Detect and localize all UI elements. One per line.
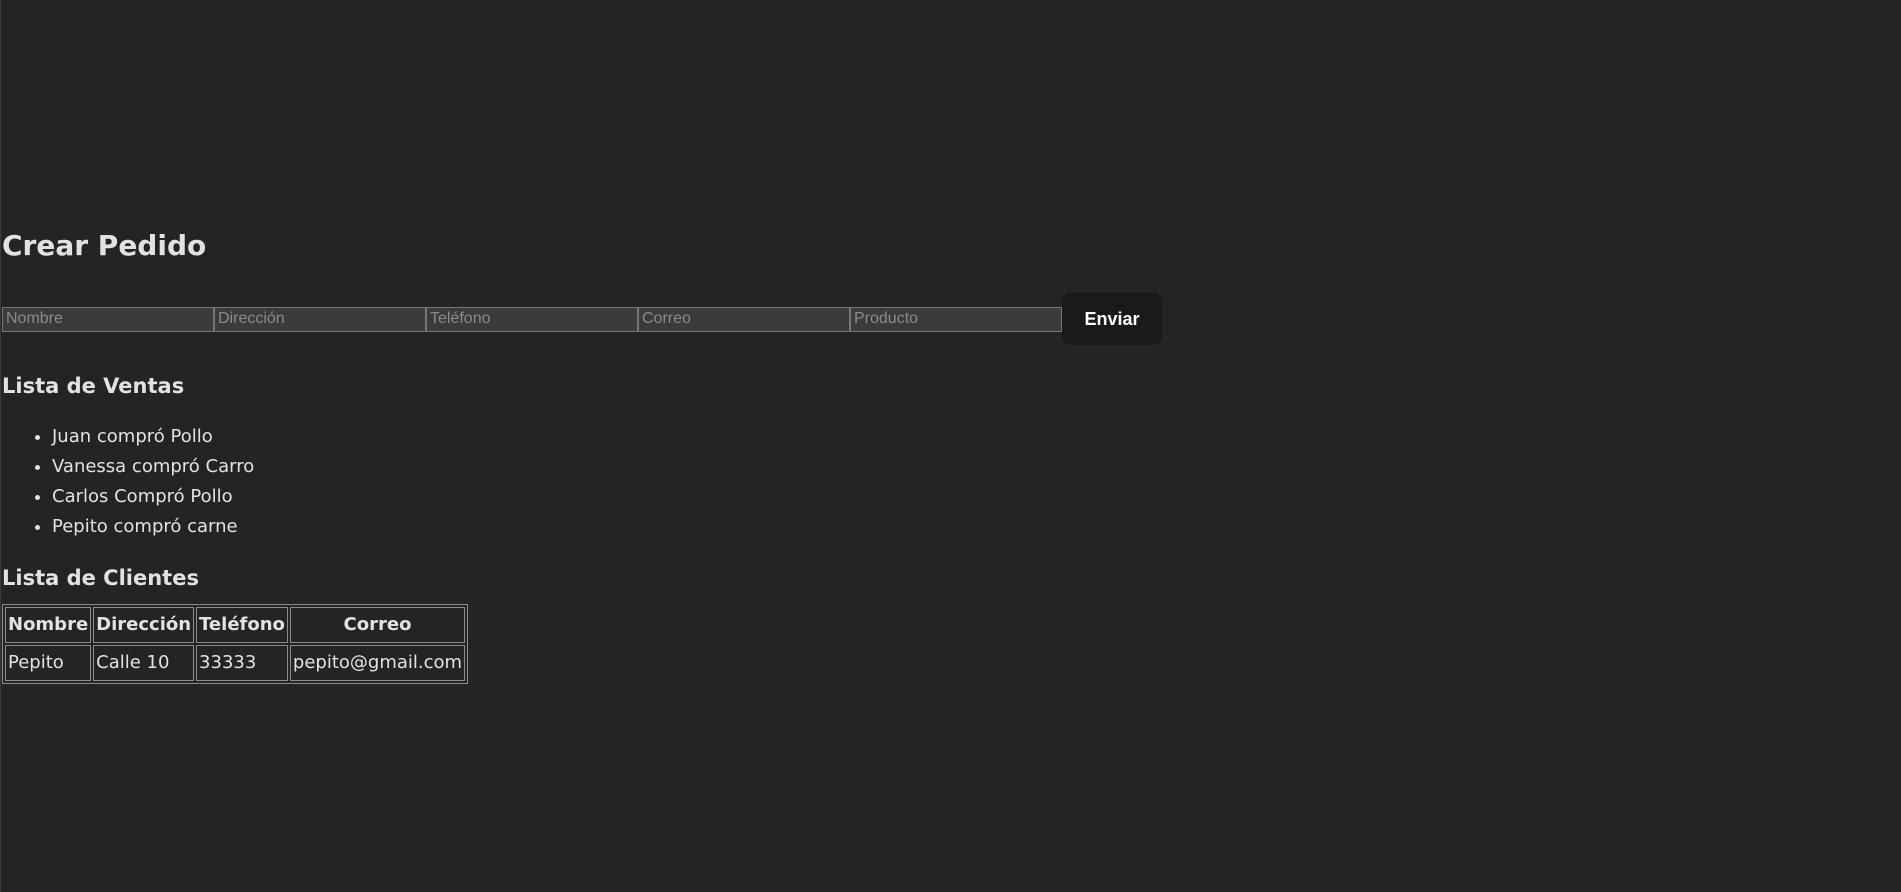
phone-input[interactable] [426, 306, 638, 332]
order-form: Enviar [2, 293, 1162, 345]
cell-address: Calle 10 [93, 645, 195, 681]
cell-phone: 33333 [196, 645, 288, 681]
list-item: Vanessa compró Carro [52, 452, 1162, 482]
table-header-row: Nombre Dirección Teléfono Correo [5, 607, 466, 643]
list-item: Juan compró Pollo [52, 422, 1162, 452]
page-title: Crear Pedido [2, 229, 207, 262]
clients-table: Nombre Dirección Teléfono Correo Pepito … [2, 604, 469, 684]
column-header-name: Nombre [5, 607, 92, 643]
column-header-phone: Teléfono [196, 607, 288, 643]
product-input[interactable] [850, 306, 1062, 332]
clients-list-title: Lista de Clientes [2, 566, 199, 590]
sales-list: Juan compró Pollo Vanessa compró Carro C… [2, 422, 1162, 542]
sales-list-title: Lista de Ventas [2, 374, 185, 398]
page: Crear Pedido Enviar Lista de Ventas Juan… [0, 0, 1901, 892]
column-header-address: Dirección [93, 607, 195, 643]
cell-email: pepito@gmail.com [289, 645, 466, 681]
name-input[interactable] [2, 306, 214, 332]
column-header-email: Correo [289, 607, 466, 643]
address-input[interactable] [214, 306, 426, 332]
left-divider [0, 0, 1, 892]
table-row: Pepito Calle 10 33333 pepito@gmail.com [5, 645, 466, 681]
list-item: Carlos Compró Pollo [52, 482, 1162, 512]
email-input[interactable] [638, 306, 850, 332]
list-item: Pepito compró carne [52, 512, 1162, 542]
send-button[interactable]: Enviar [1062, 293, 1162, 345]
main-content: Crear Pedido Enviar Lista de Ventas Juan… [2, 226, 1162, 684]
cell-name: Pepito [5, 645, 92, 681]
